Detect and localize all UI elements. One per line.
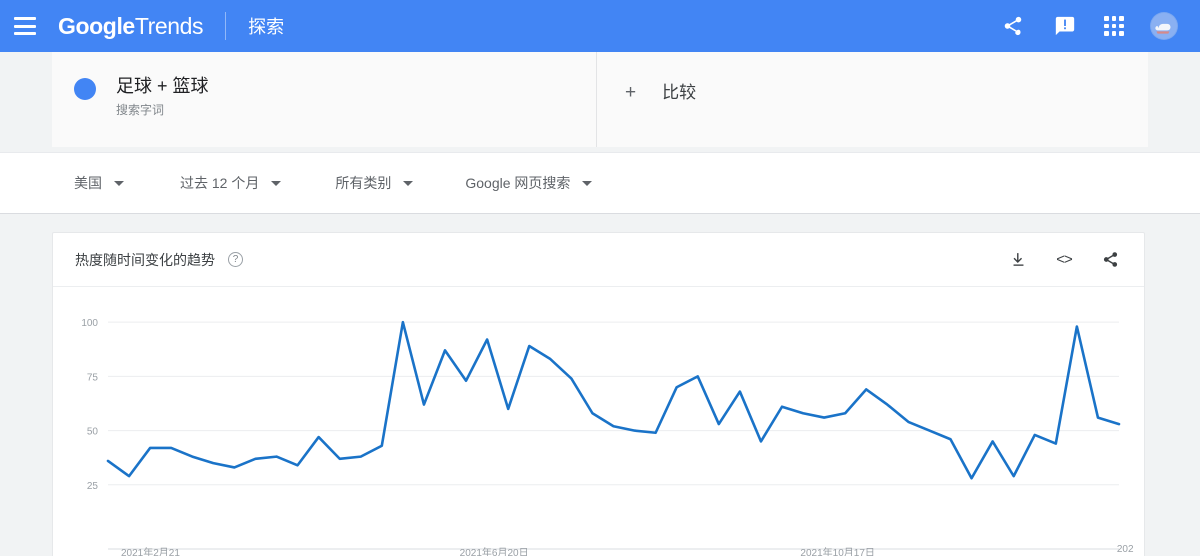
y-axis-tick-label: 25 bbox=[87, 481, 99, 492]
feedback-icon[interactable] bbox=[1052, 13, 1078, 39]
card-actions: <> bbox=[1008, 250, 1120, 270]
download-icon[interactable] bbox=[1008, 250, 1028, 270]
filter-bar: 美国 过去 12 个月 所有类别 Google 网页搜索 bbox=[0, 152, 1200, 214]
compare-label: 比较 bbox=[662, 83, 697, 102]
card-header: 热度随时间变化的趋势 ? <> bbox=[53, 233, 1144, 287]
chart-line-series bbox=[106, 320, 1121, 480]
filter-time-range[interactable]: 过去 12 个月 bbox=[180, 173, 282, 193]
brand-trends-text: Trends bbox=[134, 12, 204, 39]
embed-code-icon[interactable]: <> bbox=[1054, 250, 1074, 270]
account-avatar-icon[interactable] bbox=[1150, 12, 1178, 40]
apps-grid-icon[interactable] bbox=[1104, 16, 1124, 36]
search-term-subtitle: 搜索字词 bbox=[116, 103, 165, 117]
query-strip: 足球 + 篮球 搜索字词 + 比较 bbox=[52, 52, 1148, 147]
filter-category[interactable]: 所有类别 bbox=[335, 173, 414, 193]
nav-explore[interactable]: 探索 bbox=[248, 13, 284, 39]
y-axis-tick-label: 75 bbox=[87, 372, 99, 383]
chevron-down-icon bbox=[271, 180, 282, 186]
x-axis-tick-label: 2021年2月21 bbox=[121, 548, 180, 556]
x-axis-tick-label: 202 bbox=[1116, 544, 1134, 555]
filter-region-label: 美国 bbox=[74, 175, 102, 191]
add-comparison-button[interactable]: + 比较 bbox=[597, 52, 1148, 147]
google-trends-page: GoogleTrends 探索 足球 + 篮球 搜索字词 + 比较 美国 过去 … bbox=[0, 0, 1200, 556]
hamburger-icon[interactable] bbox=[14, 17, 36, 35]
chart-svg: 25 50 75 100 bbox=[81, 318, 1121, 550]
header-actions bbox=[1000, 12, 1178, 40]
filter-region[interactable]: 美国 bbox=[74, 173, 124, 193]
share-icon[interactable] bbox=[1100, 250, 1120, 270]
y-axis-tick-label: 50 bbox=[87, 427, 99, 438]
search-term-label: 足球 + 篮球 bbox=[116, 76, 209, 96]
interest-over-time-card: 热度随时间变化的趋势 ? <> 25 50 75 100 2021年2月21 2… bbox=[52, 232, 1145, 556]
share-icon[interactable] bbox=[1000, 13, 1026, 39]
brand-logo[interactable]: GoogleTrends bbox=[58, 12, 204, 40]
series-color-dot bbox=[74, 78, 96, 100]
header-divider bbox=[225, 12, 227, 40]
x-axis-tick-label: 2021年6月20日 bbox=[459, 548, 529, 556]
y-axis-tick-label: 100 bbox=[81, 318, 98, 329]
plus-icon: + bbox=[625, 82, 637, 103]
chevron-down-icon bbox=[114, 180, 124, 186]
help-icon[interactable]: ? bbox=[228, 252, 243, 267]
chevron-down-icon bbox=[403, 180, 414, 186]
app-header: GoogleTrends 探索 bbox=[0, 0, 1200, 52]
content-area: 热度随时间变化的趋势 ? <> 25 50 75 100 2021年2月21 2… bbox=[0, 214, 1200, 556]
interest-over-time-chart[interactable]: 25 50 75 100 2021年2月21 2021年6月20日 2021年10月17日… bbox=[53, 287, 1144, 556]
filter-time-range-label: 过去 12 个月 bbox=[180, 175, 260, 191]
filter-search-type-label: Google 网页搜索 bbox=[465, 175, 571, 191]
filter-search-type[interactable]: Google 网页搜索 bbox=[465, 173, 593, 193]
search-term-card[interactable]: 足球 + 篮球 搜索字词 bbox=[52, 52, 597, 147]
brand-google-text: Google bbox=[58, 12, 135, 39]
chevron-down-icon bbox=[582, 180, 593, 186]
filter-category-label: 所有类别 bbox=[335, 175, 392, 191]
x-axis-tick-label: 2021年10月17日 bbox=[800, 548, 875, 556]
card-title: 热度随时间变化的趋势 bbox=[75, 251, 215, 268]
chart-x-axis: 2021年2月21 2021年6月20日 2021年10月17日 202 bbox=[53, 544, 1144, 556]
